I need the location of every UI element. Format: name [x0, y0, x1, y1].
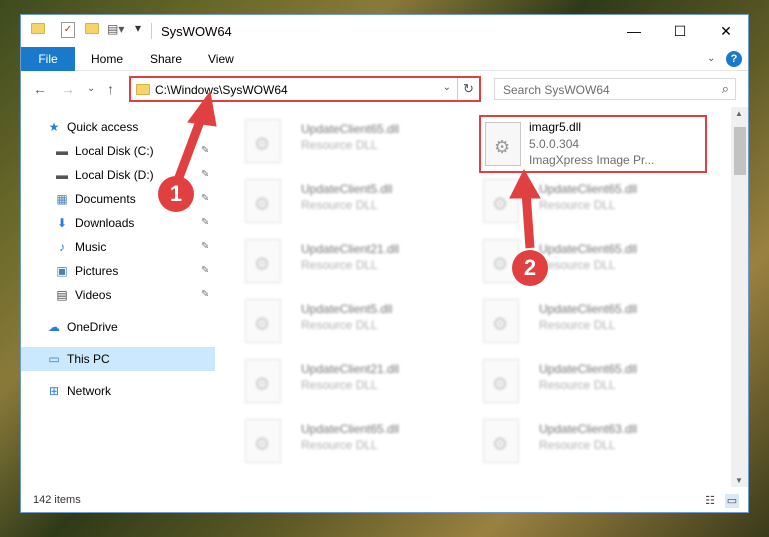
step-2-badge: 2	[512, 250, 548, 286]
arrow-1-shaft	[173, 114, 207, 182]
arrow-2-head	[509, 168, 541, 199]
arrow-1-head	[187, 90, 217, 127]
arrow-2-shaft	[521, 191, 535, 249]
step-1-badge: 1	[158, 176, 194, 212]
annotation-arrows	[173, 90, 541, 249]
